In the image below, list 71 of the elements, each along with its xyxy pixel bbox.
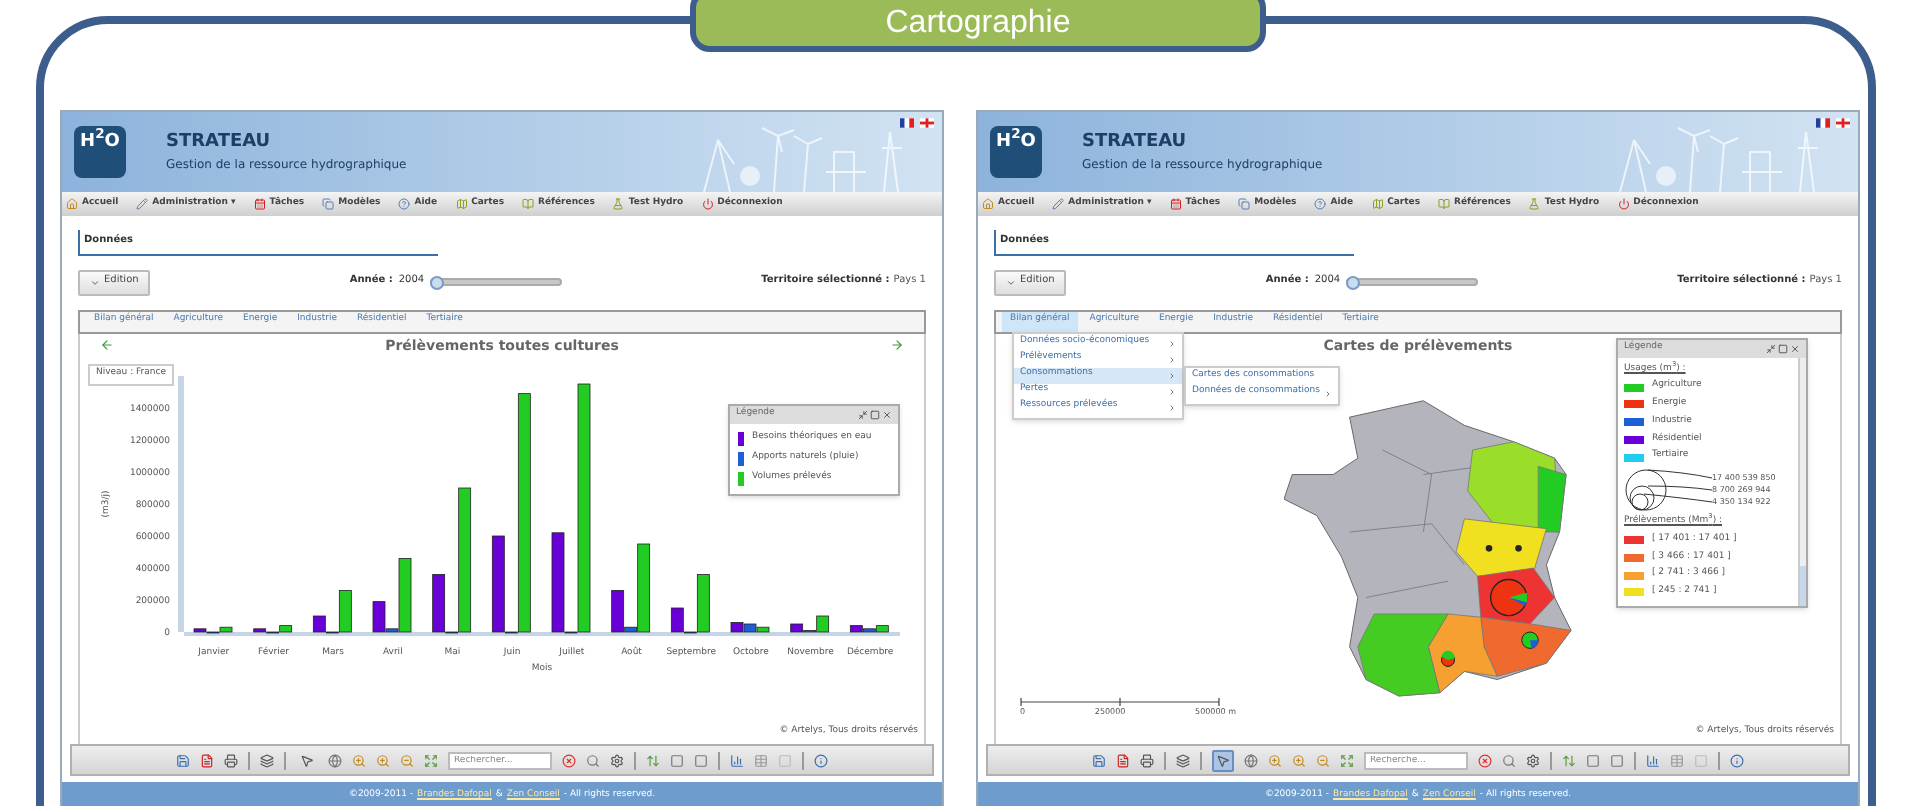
table-icon[interactable] — [754, 753, 768, 767]
app-name: STRATEAU — [166, 129, 273, 156]
pointer-tool-button[interactable] — [1212, 749, 1234, 771]
search-icon[interactable] — [586, 753, 600, 767]
previous-arrow-icon[interactable] — [100, 338, 114, 353]
year-slider[interactable] — [430, 275, 563, 289]
scrollbar[interactable] — [1798, 357, 1806, 606]
zoom-in-icon[interactable] — [1268, 753, 1282, 767]
slider-thumb[interactable] — [1346, 275, 1361, 289]
table-icon[interactable] — [1670, 753, 1684, 767]
sort-icon[interactable] — [1562, 753, 1576, 767]
pdf-icon[interactable] — [200, 753, 214, 767]
book-icon — [1438, 198, 1451, 210]
next-arrow-icon[interactable] — [889, 338, 904, 353]
maximize-icon[interactable] — [870, 410, 880, 420]
zoom-in-icon[interactable] — [376, 753, 390, 767]
map-icon — [1371, 198, 1384, 210]
globe-icon[interactable] — [328, 753, 342, 767]
home-icon — [66, 198, 78, 210]
slider-thumb[interactable] — [430, 275, 445, 289]
expand-icon[interactable] — [424, 753, 438, 767]
minimize-icon[interactable] — [1766, 343, 1776, 353]
save-icon[interactable] — [176, 753, 190, 767]
book-icon — [522, 198, 535, 210]
bar-chart-icon[interactable] — [1646, 753, 1660, 767]
power-icon — [1617, 198, 1630, 210]
pencil-icon — [136, 198, 149, 210]
globe-icon[interactable] — [1244, 753, 1258, 767]
zoom-in-icon[interactable] — [1292, 753, 1306, 767]
documents-icon — [322, 198, 335, 210]
sort-icon[interactable] — [646, 753, 660, 767]
home-icon — [982, 198, 994, 210]
help-icon — [1314, 198, 1327, 210]
maximize-icon[interactable] — [1778, 343, 1788, 353]
pencil-icon — [1052, 198, 1065, 210]
minimize-icon[interactable] — [858, 410, 868, 420]
save-icon[interactable] — [1092, 753, 1106, 767]
chevron-down-icon — [90, 277, 100, 287]
info-icon[interactable] — [1730, 753, 1744, 767]
flask-icon — [1528, 198, 1541, 210]
expand-icon[interactable] — [1340, 753, 1354, 767]
map-icon — [455, 198, 468, 210]
flag-icon[interactable] — [1836, 118, 1850, 128]
settings-icon[interactable] — [1526, 753, 1540, 767]
help-icon — [398, 198, 411, 210]
chevron-down-icon — [1006, 277, 1016, 287]
layers-icon[interactable] — [260, 753, 274, 767]
info-icon[interactable] — [814, 753, 828, 767]
pdf-icon[interactable] — [1116, 753, 1130, 767]
power-icon — [701, 198, 714, 210]
bar-chart-icon[interactable] — [730, 753, 744, 767]
flag-icon[interactable] — [900, 118, 914, 128]
zoom-out-icon[interactable] — [1316, 753, 1330, 767]
zoom-in-icon[interactable] — [352, 753, 366, 767]
print-icon[interactable] — [1140, 753, 1154, 767]
year-slider[interactable] — [1346, 275, 1479, 289]
search-icon[interactable] — [1502, 753, 1516, 767]
calendar-icon — [253, 198, 266, 210]
layers-icon[interactable] — [1176, 753, 1190, 767]
flag-icon[interactable] — [1816, 118, 1830, 128]
print-icon[interactable] — [224, 753, 238, 767]
flask-icon — [612, 198, 625, 210]
settings-icon[interactable] — [610, 753, 624, 767]
calendar-icon — [1169, 198, 1182, 210]
app-name: STRATEAU — [1082, 129, 1189, 156]
zoom-out-icon[interactable] — [400, 753, 414, 767]
documents-icon — [1238, 198, 1251, 210]
clear-icon[interactable] — [562, 753, 576, 767]
clear-icon[interactable] — [1478, 753, 1492, 767]
circle-sizes-icon — [1624, 468, 1712, 512]
flag-icon[interactable] — [920, 118, 934, 128]
